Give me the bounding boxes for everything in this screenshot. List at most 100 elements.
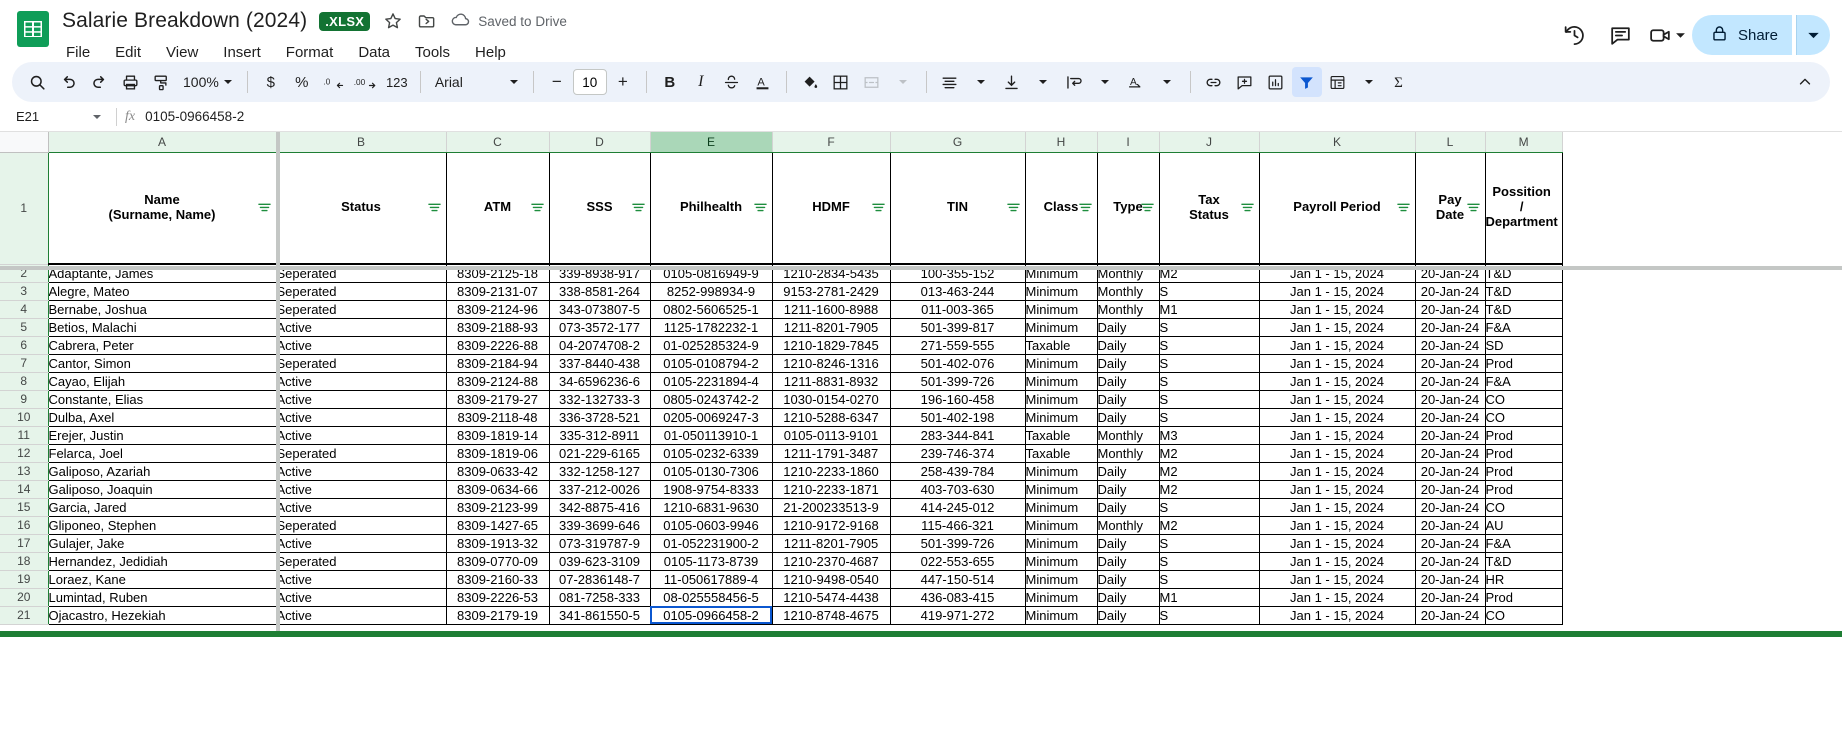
cell-L20[interactable]: 20-Jan-24 (1415, 588, 1486, 607)
filter-icon[interactable] (753, 201, 767, 214)
cell-K17[interactable]: Jan 1 - 15, 2024 (1259, 534, 1416, 553)
cell-K3[interactable]: Jan 1 - 15, 2024 (1259, 282, 1416, 301)
cell-K11[interactable]: Jan 1 - 15, 2024 (1259, 426, 1416, 445)
percent-icon[interactable]: % (287, 67, 317, 97)
cell-A4[interactable]: Bernabe, Joshua (48, 300, 277, 319)
cell-I18[interactable]: Daily (1097, 552, 1160, 571)
cell-M21[interactable]: CO (1485, 606, 1563, 625)
cell-E19[interactable]: 11-050617889-4 (650, 570, 773, 589)
cell-L16[interactable]: 20-Jan-24 (1415, 516, 1486, 535)
filter-views-caret[interactable] (1354, 67, 1384, 97)
cell-B14[interactable]: Active (276, 480, 447, 499)
cell-H12[interactable]: Taxable (1025, 444, 1098, 463)
cell-G3[interactable]: 013-463-244 (890, 282, 1026, 301)
cell-D11[interactable]: 335-312-8911 (549, 426, 651, 445)
column-header-k[interactable]: K (1259, 132, 1416, 153)
cell-I8[interactable]: Daily (1097, 372, 1160, 391)
cell-M2[interactable]: T&D (1485, 264, 1563, 283)
cell-K10[interactable]: Jan 1 - 15, 2024 (1259, 408, 1416, 427)
cell-F17[interactable]: 1211-8201-7905 (772, 534, 891, 553)
header-cell-name[interactable]: Name (Surname, Name) (48, 152, 277, 265)
cell-H5[interactable]: Minimum (1025, 318, 1098, 337)
filter-icon[interactable] (631, 201, 645, 214)
cell-C9[interactable]: 8309-2179-27 (446, 390, 550, 409)
font-size-input[interactable]: 10 (572, 69, 607, 95)
cell-G16[interactable]: 115-466-321 (890, 516, 1026, 535)
table-row[interactable]: 6 Cabrera, Peter Active 8309-2226-88 04-2074… (0, 336, 1563, 355)
cell-E9[interactable]: 0805-0243742-2 (650, 390, 773, 409)
row-header-9[interactable]: 9 (0, 390, 49, 409)
cell-G13[interactable]: 258-439-784 (890, 462, 1026, 481)
cell-C20[interactable]: 8309-2226-53 (446, 588, 550, 607)
cell-J17[interactable]: S (1159, 534, 1260, 553)
cell-E12[interactable]: 0105-0232-6339 (650, 444, 773, 463)
cell-G9[interactable]: 196-160-458 (890, 390, 1026, 409)
cell-C10[interactable]: 8309-2118-48 (446, 408, 550, 427)
filter-icon[interactable] (257, 201, 271, 214)
column-header-e[interactable]: E (650, 132, 773, 153)
merge-cells-icon[interactable] (857, 67, 887, 97)
text-color-button[interactable]: A (748, 67, 778, 97)
cell-B19[interactable]: Active (276, 570, 447, 589)
font-size-decrease-button[interactable]: − (542, 67, 572, 97)
table-row[interactable]: 21 Ojacastro, Hezekiah Active 8309-2179-19 3… (0, 606, 1563, 625)
cell-B12[interactable]: Seperated (276, 444, 447, 463)
row-header-8[interactable]: 8 (0, 372, 49, 391)
header-cell-tin[interactable]: TIN (890, 152, 1026, 265)
cell-G20[interactable]: 436-083-415 (890, 588, 1026, 607)
cell-D8[interactable]: 34-6596236-6 (549, 372, 651, 391)
borders-icon[interactable] (826, 67, 856, 97)
cell-J10[interactable]: S (1159, 408, 1260, 427)
row-header-13[interactable]: 13 (0, 462, 49, 481)
menu-edit[interactable]: Edit (113, 42, 143, 63)
menu-view[interactable]: View (164, 42, 200, 63)
cell-F13[interactable]: 1210-2233-1860 (772, 462, 891, 481)
cell-A14[interactable]: Galiposo, Joaquin (48, 480, 277, 499)
header-cell-sss[interactable]: SSS (549, 152, 651, 265)
cell-J14[interactable]: M2 (1159, 480, 1260, 499)
filter-icon[interactable] (1291, 67, 1322, 97)
cell-C19[interactable]: 8309-2160-33 (446, 570, 550, 589)
cell-H6[interactable]: Taxable (1025, 336, 1098, 355)
table-row[interactable]: 18 Hernandez, Jedidiah Seperated 8309-0770-… (0, 552, 1563, 571)
row-header-5[interactable]: 5 (0, 318, 49, 337)
cell-G18[interactable]: 022-553-655 (890, 552, 1026, 571)
cell-A10[interactable]: Dulba, Axel (48, 408, 277, 427)
cell-M6[interactable]: SD (1485, 336, 1563, 355)
cell-C16[interactable]: 8309-1427-65 (446, 516, 550, 535)
menu-tools[interactable]: Tools (413, 42, 452, 63)
row-header-10[interactable]: 10 (0, 408, 49, 427)
cell-A3[interactable]: Alegre, Mateo (48, 282, 277, 301)
cell-K2[interactable]: Jan 1 - 15, 2024 (1259, 264, 1416, 283)
cell-L8[interactable]: 20-Jan-24 (1415, 372, 1486, 391)
cell-E14[interactable]: 1908-9754-8333 (650, 480, 773, 499)
bold-button[interactable]: B (655, 67, 685, 97)
paint-format-icon[interactable] (146, 67, 176, 97)
cell-I5[interactable]: Daily (1097, 318, 1160, 337)
cell-L7[interactable]: 20-Jan-24 (1415, 354, 1486, 373)
cell-G19[interactable]: 447-150-514 (890, 570, 1026, 589)
print-icon[interactable] (115, 67, 145, 97)
horizontal-align-icon[interactable] (935, 67, 965, 97)
cell-G6[interactable]: 271-559-555 (890, 336, 1026, 355)
cell-A18[interactable]: Hernandez, Jedidiah (48, 552, 277, 571)
cell-I13[interactable]: Daily (1097, 462, 1160, 481)
text-rotation-icon[interactable]: A (1121, 67, 1151, 97)
cell-L19[interactable]: 20-Jan-24 (1415, 570, 1486, 589)
cell-I17[interactable]: Daily (1097, 534, 1160, 553)
cell-F8[interactable]: 1211-8831-8932 (772, 372, 891, 391)
more-formats-button[interactable]: 123 (382, 67, 412, 97)
header-cell-class[interactable]: Class (1025, 152, 1098, 265)
cell-C4[interactable]: 8309-2124-96 (446, 300, 550, 319)
cell-B17[interactable]: Active (276, 534, 447, 553)
cell-M16[interactable]: AU (1485, 516, 1563, 535)
cell-M5[interactable]: F&A (1485, 318, 1563, 337)
cell-H2[interactable]: Minimum (1025, 264, 1098, 283)
header-cell-tax-status[interactable]: Tax Status (1159, 152, 1260, 265)
cell-M10[interactable]: CO (1485, 408, 1563, 427)
cell-I10[interactable]: Daily (1097, 408, 1160, 427)
cell-G2[interactable]: 100-355-152 (890, 264, 1026, 283)
row-header-16[interactable]: 16 (0, 516, 49, 535)
cell-J5[interactable]: S (1159, 318, 1260, 337)
cell-I14[interactable]: Daily (1097, 480, 1160, 499)
